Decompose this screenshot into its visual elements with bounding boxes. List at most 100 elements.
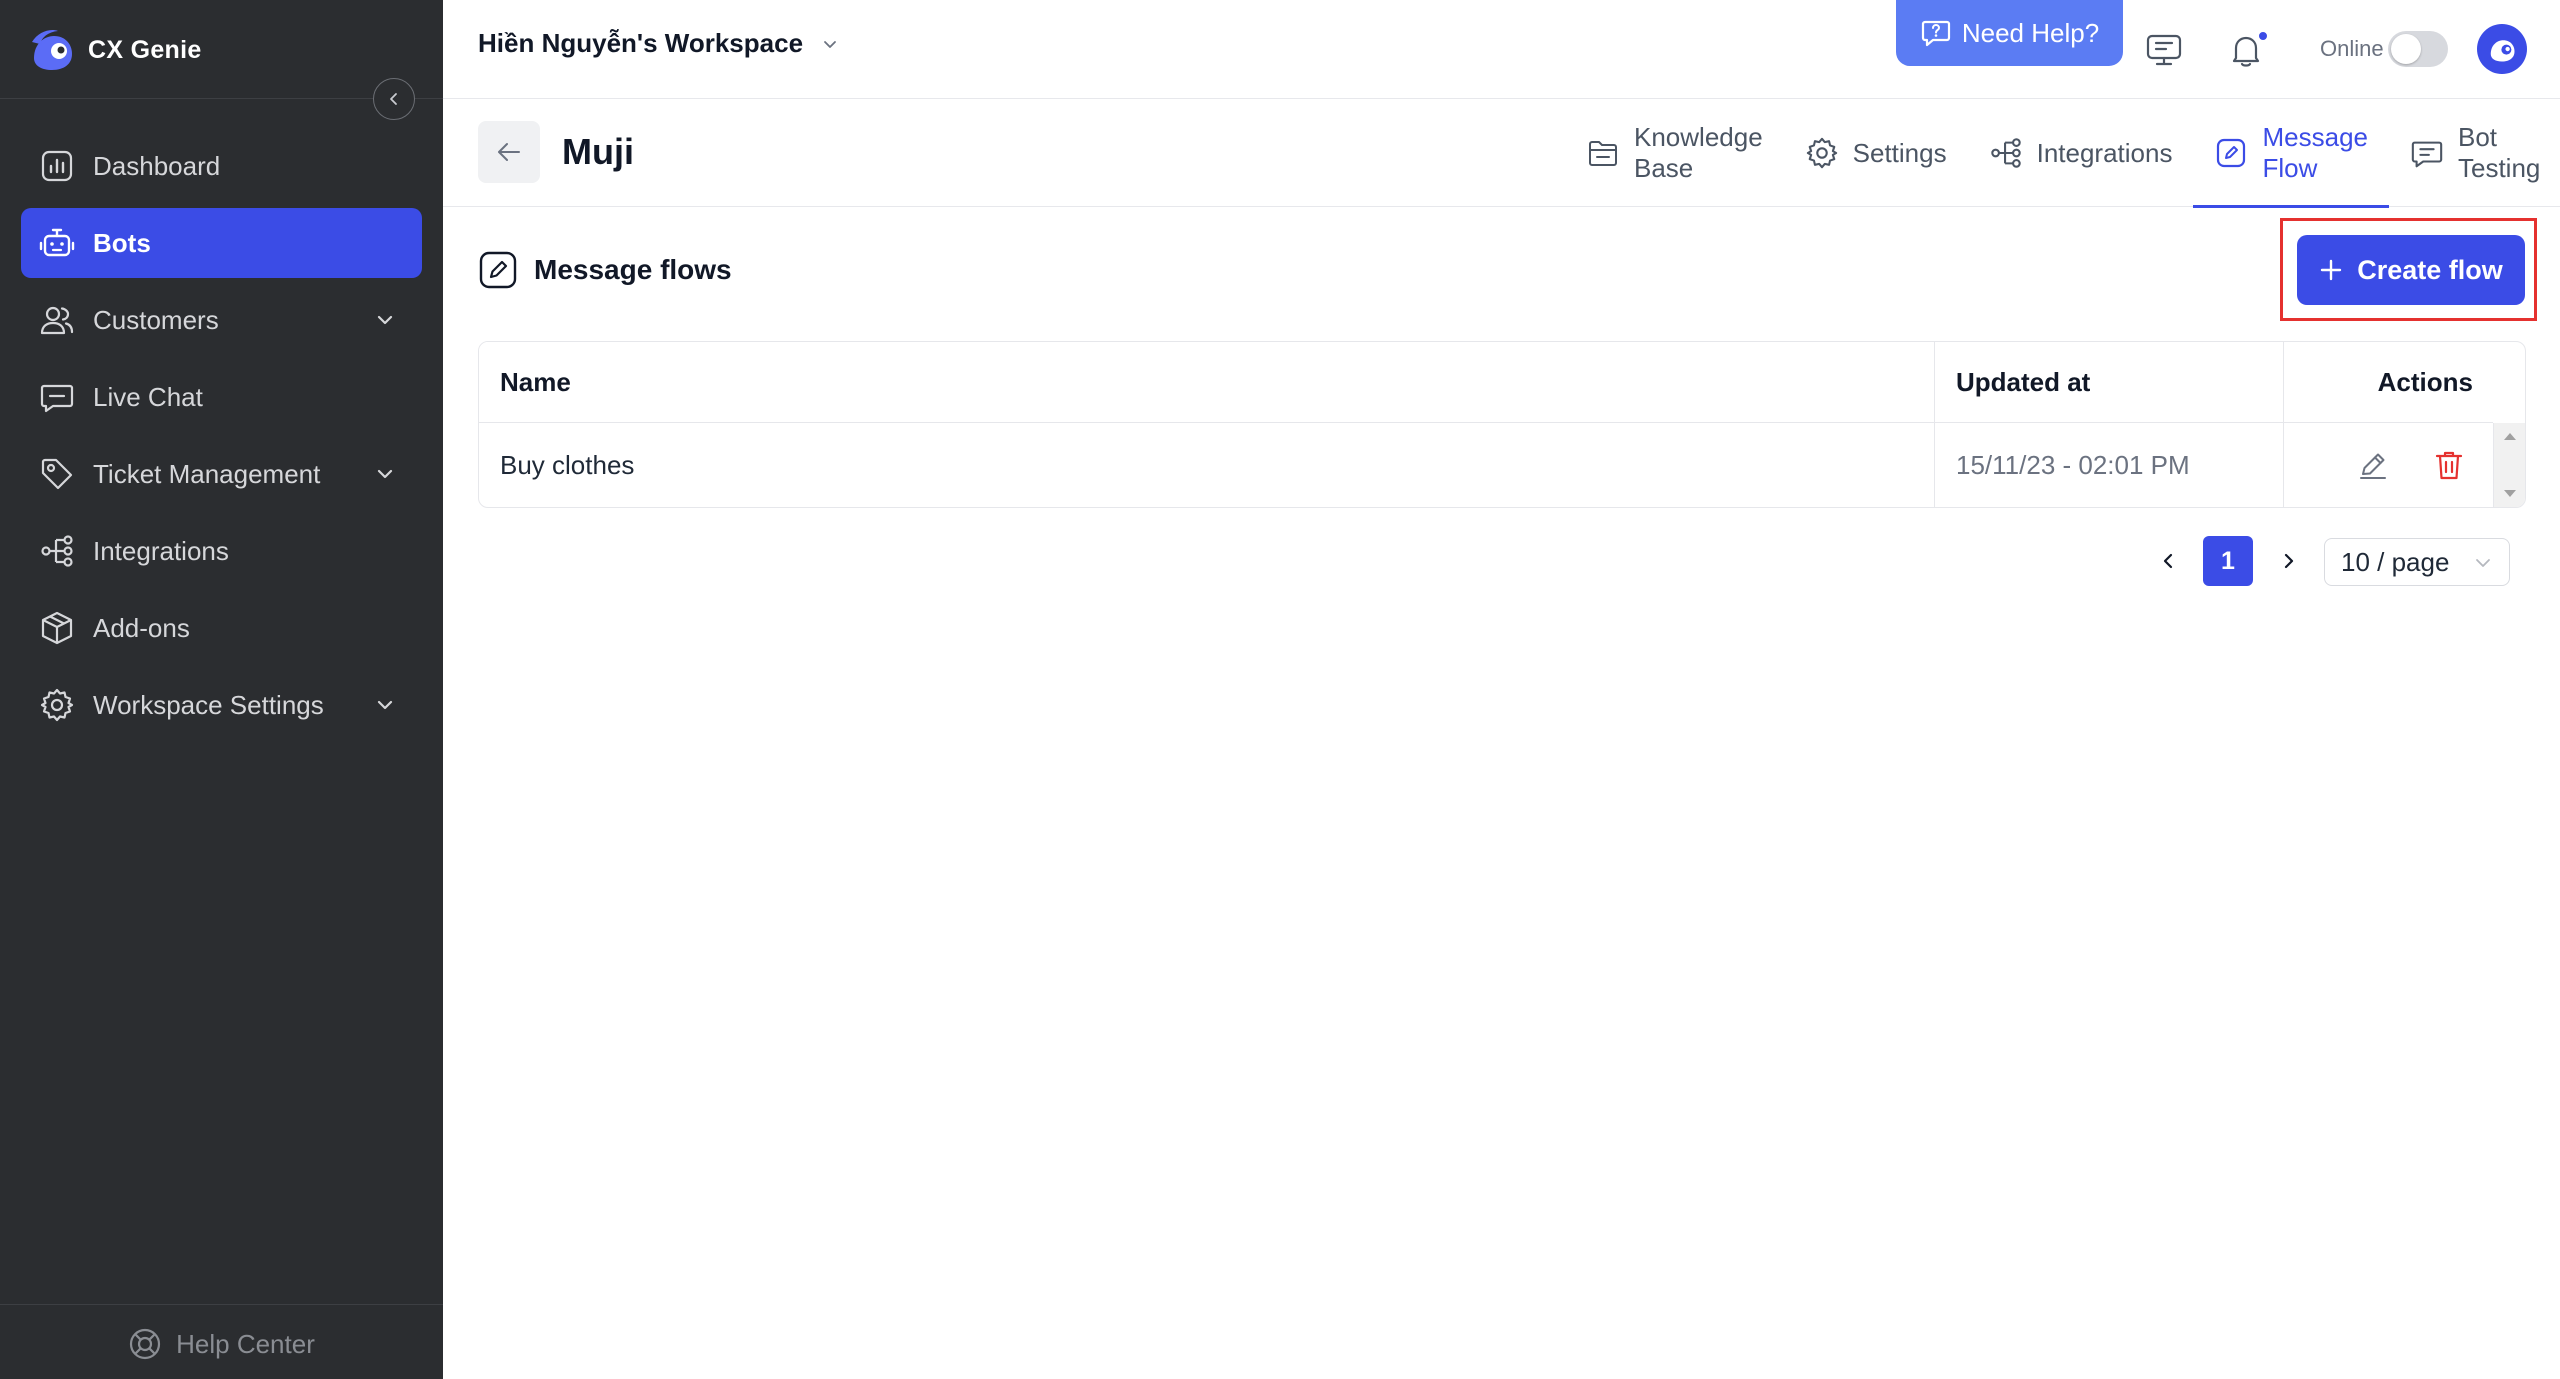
integrations-icon <box>1989 136 2023 170</box>
bot-tabs: Knowledge Base Settings Integrations Mes… <box>1565 99 2560 208</box>
collapse-sidebar-button[interactable] <box>373 78 415 120</box>
sidebar-item-label: Bots <box>93 227 151 258</box>
create-flow-button[interactable]: Create flow <box>2297 235 2525 305</box>
section-title-text: Message flows <box>534 254 732 285</box>
back-button[interactable] <box>478 121 540 183</box>
table-row[interactable]: Buy clothes 15/11/23 - 02:01 PM <box>479 423 2493 507</box>
flow-updated-at: 15/11/23 - 02:01 PM <box>1935 423 2284 507</box>
help-center-label: Help Center <box>176 1328 315 1359</box>
chevron-left-icon <box>390 93 397 105</box>
brand[interactable]: CX Genie <box>28 26 202 74</box>
flow-name[interactable]: Buy clothes <box>479 423 1935 507</box>
chevron-down-icon[interactable] <box>374 309 396 331</box>
pagination-prev-button[interactable] <box>2151 536 2187 586</box>
sidebar-item-dashboard[interactable]: Dashboard <box>21 131 422 201</box>
pagination-page-1[interactable]: 1 <box>2203 536 2253 586</box>
sidebar-item-workspace-settings[interactable]: Workspace Settings <box>21 670 422 740</box>
sidebar-item-label: Dashboard <box>93 150 221 181</box>
sidebar-item-label: Integrations <box>93 535 229 566</box>
tab-bot-testing[interactable]: Bot Testing <box>2389 99 2560 207</box>
flow-actions <box>2284 423 2493 507</box>
chevron-left-icon <box>2163 553 2173 569</box>
tab-settings[interactable]: Settings <box>1784 99 1968 207</box>
column-header-updated-at: Updated at <box>1935 342 2284 422</box>
page-title: Muji <box>562 131 634 172</box>
status-label: Online <box>2320 36 2384 61</box>
gear-icon <box>1805 136 1839 170</box>
sidebar-item-bots[interactable]: Bots <box>21 208 422 278</box>
sidebar-item-label: Ticket Management <box>93 458 321 489</box>
tab-knowledge-base[interactable]: Knowledge Base <box>1565 99 1784 207</box>
sidebar-item-ticket-management[interactable]: Ticket Management <box>21 439 422 509</box>
chevron-down-icon[interactable] <box>374 694 396 716</box>
sidebar-item-label: Workspace Settings <box>93 689 324 720</box>
edit-square-icon <box>478 250 518 290</box>
tab-integrations[interactable]: Integrations <box>1968 99 2194 207</box>
chevron-down-icon <box>2473 553 2493 573</box>
column-header-name: Name <box>479 342 1935 422</box>
tab-label: Message Flow <box>2262 122 2368 183</box>
notification-dot <box>2257 30 2269 42</box>
divider <box>0 1304 443 1305</box>
sidebar-item-integrations[interactable]: Integrations <box>21 516 422 586</box>
question-chat-icon <box>1920 17 1952 49</box>
workspace-selector[interactable]: Hiền Nguyễn's Workspace <box>478 28 839 59</box>
avatar[interactable] <box>2477 24 2527 74</box>
pagination-next-button[interactable] <box>2270 536 2306 586</box>
tab-message-flow[interactable]: Message Flow <box>2193 99 2389 208</box>
chat-icon <box>39 379 75 415</box>
cx-genie-logo-icon <box>2490 40 2515 62</box>
sidebar-item-add-ons[interactable]: Add-ons <box>21 593 422 663</box>
integrations-icon <box>39 533 75 569</box>
sidebar-item-live-chat[interactable]: Live Chat <box>21 362 422 432</box>
need-help-button[interactable]: Need Help? <box>1896 0 2123 66</box>
toggle-knob <box>2391 34 2421 64</box>
page-size-select[interactable]: 10 / page <box>2324 538 2510 586</box>
sidebar-item-label: Add-ons <box>93 612 190 643</box>
folder-icon <box>1586 136 1620 170</box>
chat-icon <box>2410 136 2444 170</box>
edit-square-icon <box>2214 136 2248 170</box>
bot-header: Muji Knowledge Base Settings Integration… <box>443 99 2560 208</box>
ticket-tag-icon <box>39 456 75 492</box>
sidebar: CX Genie Dashboard Bots Customers Live C… <box>0 0 443 1379</box>
topbar: Hiền Nguyễn's Workspace Need Help? Onlin… <box>443 0 2560 99</box>
gear-icon <box>39 687 75 723</box>
tab-label: Integrations <box>2036 137 2173 168</box>
table-header: Name Updated at Actions <box>479 342 2493 423</box>
users-icon <box>39 302 75 338</box>
tab-label: Knowledge Base <box>1634 122 1763 183</box>
scroll-down-arrow-icon[interactable] <box>2504 490 2516 497</box>
tab-label: Bot Testing <box>2457 122 2541 183</box>
plus-icon <box>2319 258 2343 282</box>
cx-genie-logo-icon <box>28 28 76 72</box>
chevron-right-icon <box>2284 553 2294 569</box>
chevron-down-icon[interactable] <box>374 463 396 485</box>
column-header-actions: Actions <box>2377 366 2473 397</box>
lifebuoy-icon <box>128 1327 162 1361</box>
package-icon <box>39 610 75 646</box>
trash-icon[interactable] <box>2431 447 2467 483</box>
page-size-value: 10 / page <box>2341 546 2450 577</box>
section-title: Message flows <box>478 250 732 290</box>
table-scrollbar[interactable] <box>2493 423 2525 507</box>
workspace-name: Hiền Nguyễn's Workspace <box>478 28 804 58</box>
message-flows-table: Name Updated at Actions Buy clothes 15/1… <box>478 341 2526 508</box>
sidebar-item-customers[interactable]: Customers <box>21 285 422 355</box>
sidebar-item-label: Live Chat <box>93 381 203 412</box>
monitor-chat-icon[interactable] <box>2144 30 2184 70</box>
tab-label: Settings <box>1852 137 1947 168</box>
arrow-left-icon <box>498 143 520 161</box>
scroll-up-arrow-icon[interactable] <box>2504 433 2516 440</box>
chevron-down-icon <box>821 35 839 53</box>
sidebar-item-label: Customers <box>93 304 219 335</box>
create-flow-label: Create flow <box>2357 254 2503 285</box>
help-center-link[interactable]: Help Center <box>0 1316 443 1372</box>
dashboard-icon <box>39 148 75 184</box>
edit-pencil-icon[interactable] <box>2355 447 2391 483</box>
brand-name: CX Genie <box>88 35 202 64</box>
bot-icon <box>39 225 75 261</box>
need-help-label: Need Help? <box>1961 17 2100 48</box>
sidebar-nav: Dashboard Bots Customers Live Chat Ticke… <box>21 131 422 747</box>
online-toggle[interactable] <box>2388 31 2448 67</box>
